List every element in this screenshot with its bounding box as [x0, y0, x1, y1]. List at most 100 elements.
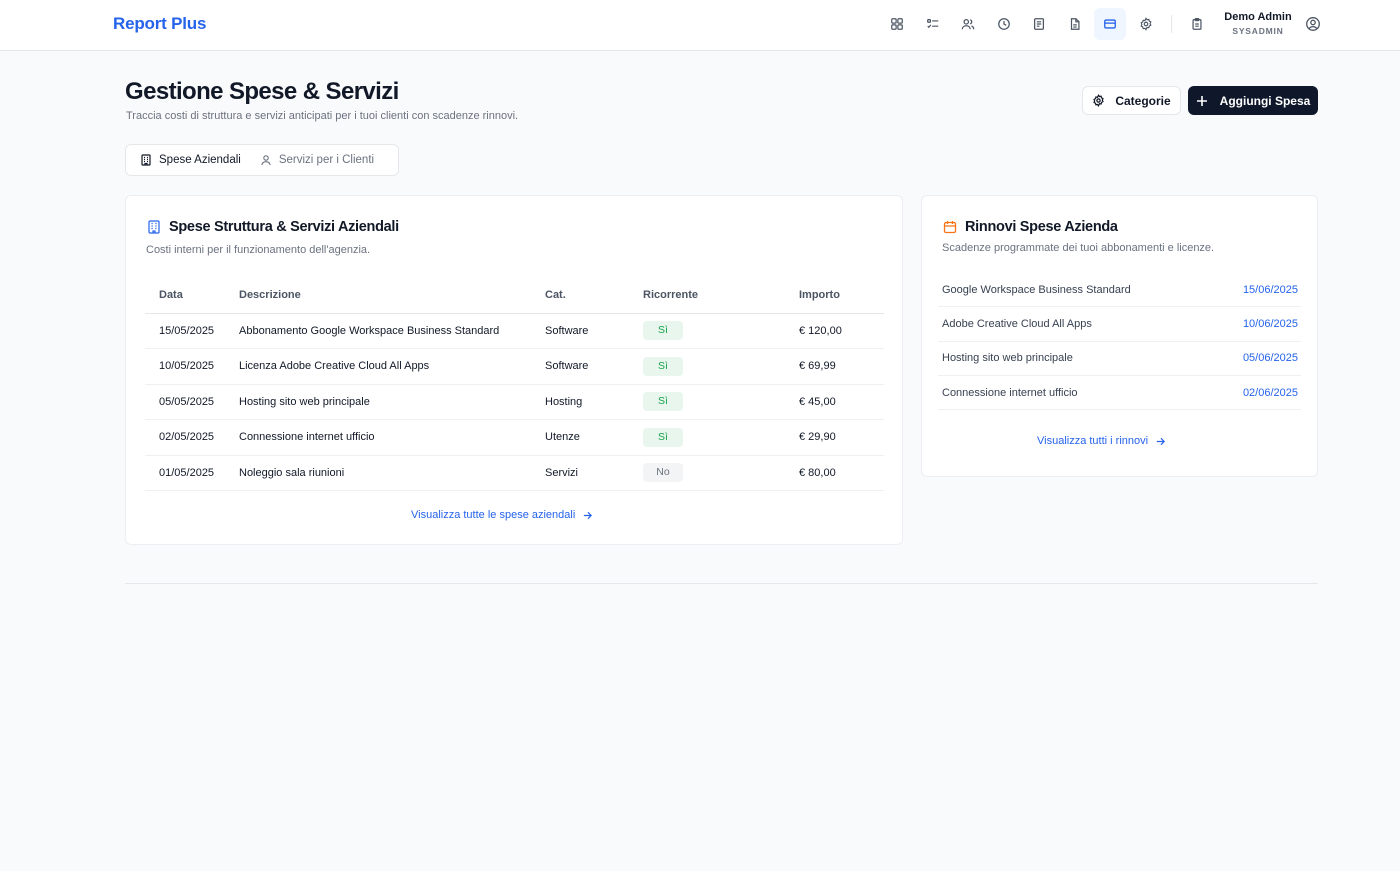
company-expenses-subtitle: Costi interni per il funzionamento dell'…	[146, 244, 371, 256]
building-icon	[141, 154, 151, 166]
cell-description: Abbonamento Google Workspace Business St…	[239, 313, 545, 349]
tab-company-expenses-label: Spese Aziendali	[159, 154, 241, 166]
document-icon	[1070, 18, 1080, 30]
cell-date: 10/05/2025	[145, 348, 239, 385]
plus-icon	[1196, 95, 1207, 106]
tab-client-services-label: Servizi per i Clienti	[278, 154, 375, 166]
column-header-amount[interactable]: Importo	[799, 278, 884, 314]
user-info[interactable]: Demo Admin SYSADMIN	[1218, 11, 1298, 36]
top-navbar: Report Plus Demo Admin SYSADMIN	[0, 0, 1400, 51]
nav-reports-button[interactable]	[1023, 8, 1055, 40]
list-item[interactable]: Google Workspace Business Standard 15/06…	[938, 273, 1301, 308]
cell-description: Licenza Adobe Creative Cloud All Apps	[239, 348, 545, 385]
nav-clipboard-button[interactable]	[1181, 8, 1213, 40]
users-icon	[961, 19, 975, 30]
user-circle-icon[interactable]	[1305, 16, 1321, 32]
report-icon	[1034, 18, 1044, 30]
cell-description: Noleggio sala riunioni	[239, 455, 545, 491]
nav-tasks-button[interactable]	[917, 8, 949, 40]
renewals-card: Rinnovi Spese Azienda Scadenze programma…	[921, 195, 1318, 477]
column-header-recurring[interactable]: Ricorrente	[643, 278, 799, 314]
add-expense-button-label: Aggiungi Spesa	[1219, 93, 1311, 108]
table-row[interactable]: 10/05/2025 Licenza Adobe Creative Cloud …	[145, 348, 884, 385]
user-role: SYSADMIN	[1232, 26, 1284, 36]
cell-category: Software	[545, 313, 643, 349]
cell-recurring: Sì	[643, 348, 799, 385]
company-expenses-card: Spese Struttura & Servizi Aziendali Cost…	[125, 195, 903, 545]
cell-amount: € 120,00	[799, 313, 884, 349]
categories-button[interactable]: Categorie	[1082, 86, 1181, 115]
user-name: Demo Admin	[1224, 11, 1292, 23]
settings-icon	[1093, 94, 1105, 107]
expenses-table: Data Descrizione Cat. Ricorrente Importo…	[145, 278, 884, 491]
nav-settings-button[interactable]	[1130, 8, 1162, 40]
column-header-description[interactable]: Descrizione	[239, 278, 545, 314]
cell-date: 15/05/2025	[145, 313, 239, 349]
renewal-date: 02/06/2025	[1242, 386, 1298, 399]
cell-date: 05/05/2025	[145, 384, 239, 420]
arrow-right-icon	[584, 511, 593, 519]
column-header-category[interactable]: Cat.	[545, 278, 643, 314]
cell-recurring: Sì	[643, 384, 799, 420]
user-icon	[261, 155, 271, 166]
view-all-renewals-link[interactable]: Visualizza tutti i rinnovi	[1037, 435, 1166, 447]
recurring-badge: Sì	[643, 356, 683, 376]
tab-client-services[interactable]: Servizi per i Clienti	[260, 154, 374, 166]
nav-history-button[interactable]	[988, 8, 1020, 40]
nav-icon-bar	[881, 8, 1217, 40]
nav-documents-button[interactable]	[1059, 8, 1091, 40]
recurring-badge: Sì	[643, 427, 683, 447]
tab-bar: Spese Aziendali Servizi per i Clienti	[125, 144, 399, 176]
cell-recurring: No	[643, 455, 799, 491]
nav-expenses-button[interactable]	[1094, 8, 1126, 40]
view-all-expenses-link[interactable]: Visualizza tutte le spese aziendali	[411, 509, 593, 521]
building-icon	[148, 220, 160, 234]
renewals-list: Google Workspace Business Standard 15/06…	[938, 273, 1301, 411]
renewal-name: Hosting sito web principale	[942, 352, 1073, 365]
cell-date: 02/05/2025	[145, 419, 239, 456]
recurring-badge: Sì	[643, 392, 683, 412]
clipboard-icon	[1192, 17, 1202, 30]
column-header-date[interactable]: Data	[145, 278, 239, 314]
cell-amount: € 29,90	[799, 419, 884, 456]
clock-icon	[997, 18, 1010, 30]
cell-description: Hosting sito web principale	[239, 384, 545, 420]
cell-category: Software	[545, 348, 643, 385]
tab-company-expenses[interactable]: Spese Aziendali	[140, 154, 241, 166]
renewals-subtitle: Scadenze programmate dei tuoi abbonament…	[942, 242, 1215, 254]
list-item[interactable]: Adobe Creative Cloud All Apps 10/06/2025	[938, 307, 1301, 342]
table-row[interactable]: 05/05/2025 Hosting sito web principale H…	[145, 384, 884, 420]
arrow-right-icon	[1156, 437, 1166, 445]
nav-users-button[interactable]	[952, 8, 984, 40]
recurring-badge: Sì	[643, 321, 683, 341]
nav-dashboard-button[interactable]	[881, 8, 913, 40]
cell-recurring: Sì	[643, 419, 799, 456]
recurring-badge: No	[643, 463, 683, 483]
list-item[interactable]: Hosting sito web principale 05/06/2025	[938, 342, 1301, 376]
renewals-title: Rinnovi Spese Azienda	[943, 219, 1118, 235]
cell-recurring: Sì	[643, 313, 799, 349]
tasks-icon	[926, 19, 938, 29]
cell-category: Servizi	[545, 455, 643, 491]
table-row[interactable]: 15/05/2025 Abbonamento Google Workspace …	[145, 313, 884, 349]
add-expense-button[interactable]: Aggiungi Spesa	[1188, 86, 1318, 115]
page-title: Gestione Spese & Servizi	[125, 78, 399, 105]
credit-card-icon	[1104, 19, 1116, 29]
renewal-name: Adobe Creative Cloud All Apps	[942, 317, 1092, 330]
table-header-row: Data Descrizione Cat. Ricorrente Importo	[145, 278, 884, 314]
nav-divider	[1171, 15, 1172, 33]
cell-amount: € 69,99	[799, 348, 884, 385]
cell-amount: € 80,00	[799, 455, 884, 491]
renewal-name: Connessione internet ufficio	[942, 386, 1078, 399]
table-row[interactable]: 01/05/2025 Noleggio sala riunioni Serviz…	[145, 455, 884, 491]
renewal-date: 15/06/2025	[1242, 283, 1298, 296]
table-row[interactable]: 02/05/2025 Connessione internet ufficio …	[145, 419, 884, 456]
list-item[interactable]: Connessione internet ufficio 02/06/2025	[938, 376, 1301, 411]
brand-logo[interactable]: Report Plus	[113, 14, 206, 34]
renewal-date: 10/06/2025	[1242, 317, 1298, 330]
renewal-name: Google Workspace Business Standard	[942, 283, 1131, 296]
calendar-icon	[943, 221, 957, 234]
cell-category: Utenze	[545, 419, 643, 456]
renewal-date: 05/06/2025	[1242, 352, 1298, 365]
company-expenses-title: Spese Struttura & Servizi Aziendali	[147, 219, 399, 235]
